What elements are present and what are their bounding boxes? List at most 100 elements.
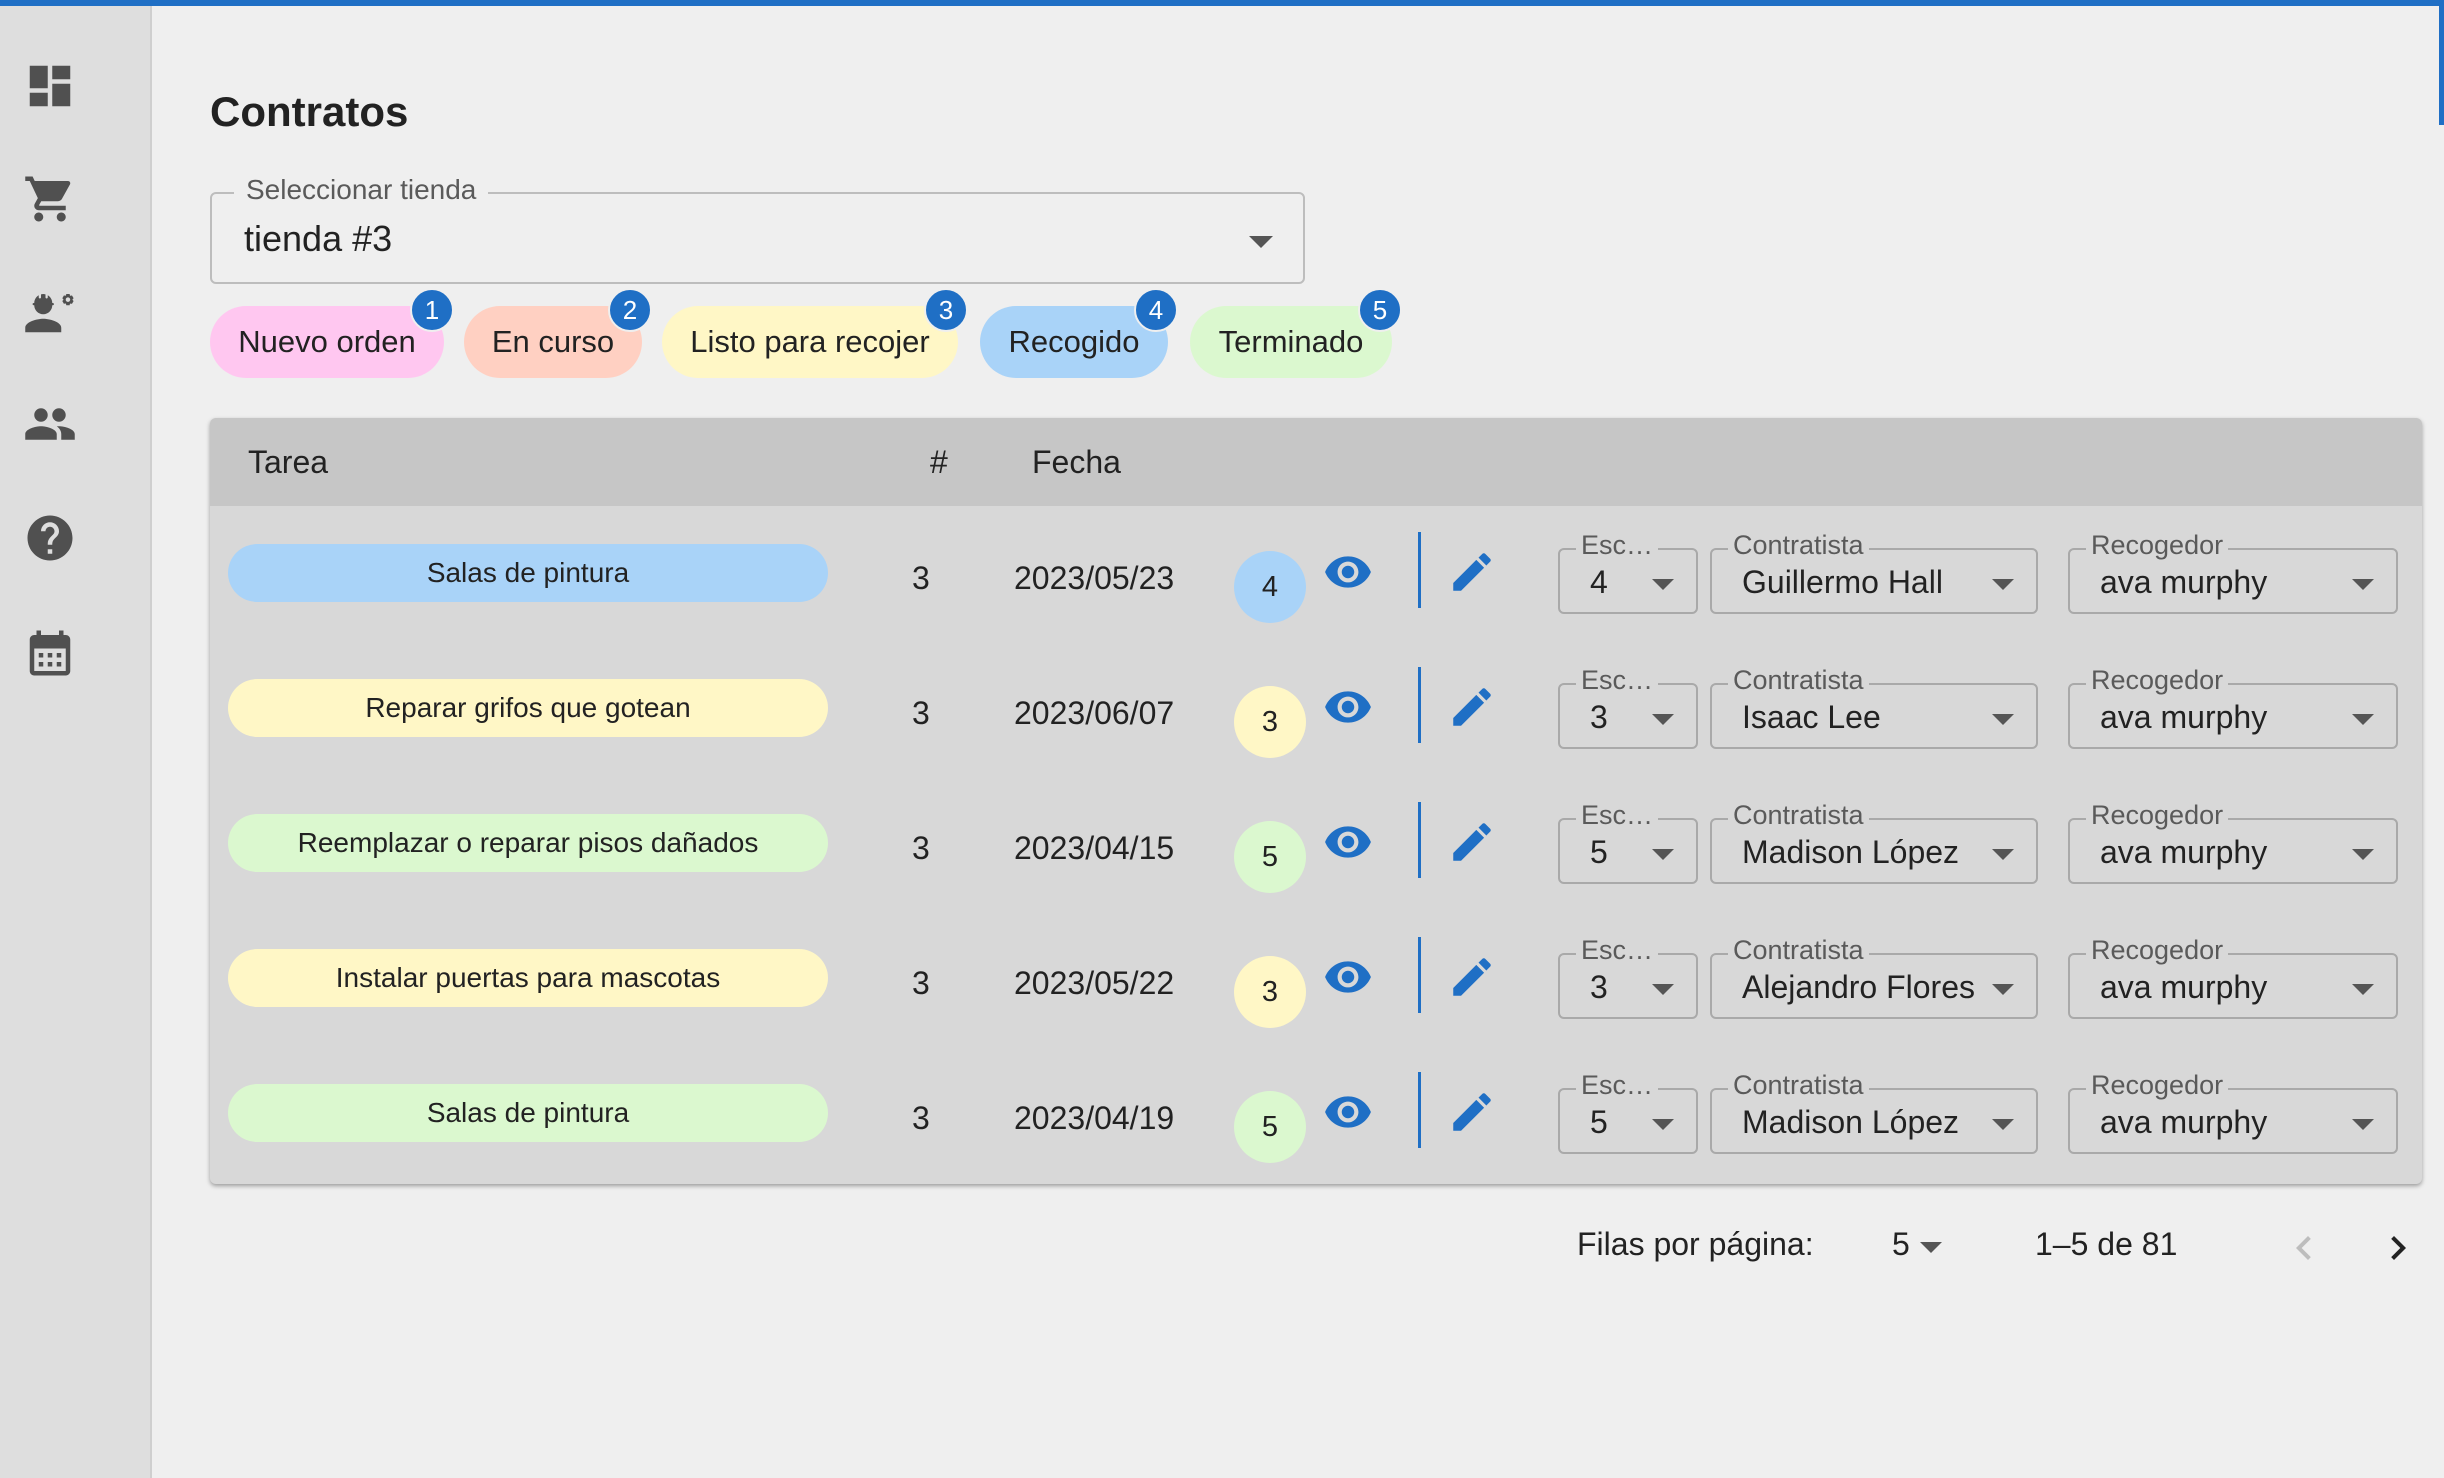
view-button[interactable] — [1320, 949, 1376, 1005]
rows-per-page-value: 5 — [1892, 1226, 1910, 1262]
people-icon — [25, 408, 75, 440]
contractor-select[interactable]: Contratista Madison López — [1710, 800, 2038, 884]
contractor-select[interactable]: Contratista Guillermo Hall — [1710, 530, 2038, 614]
filter-count-badge: 4 — [1134, 288, 1178, 332]
picker-select-value: ava murphy — [2100, 969, 2268, 1005]
chevron-down-icon — [1652, 1119, 1674, 1130]
picker-select[interactable]: Recogedor ava murphy — [2068, 1070, 2398, 1154]
esc-select-label: Esc… — [1576, 800, 1659, 831]
store-select-value: tienda #3 — [244, 218, 393, 259]
chevron-down-icon — [2352, 849, 2374, 860]
cell-number: 3 — [912, 560, 930, 596]
contractor-select[interactable]: Contratista Isaac Lee — [1710, 665, 2038, 749]
previous-page-button[interactable] — [2276, 1220, 2332, 1276]
chevron-down-icon — [2352, 714, 2374, 725]
esc-select[interactable]: Esc… 4 — [1558, 530, 1698, 614]
contractor-select[interactable]: Contratista Alejandro Flores — [1710, 935, 2038, 1019]
action-divider — [1418, 802, 1421, 878]
filter-chip-label: Nuevo orden — [238, 324, 416, 359]
contractor-select[interactable]: Contratista Madison López — [1710, 1070, 2038, 1154]
contractor-select-value: Isaac Lee — [1742, 699, 1881, 735]
view-button[interactable] — [1320, 1084, 1376, 1140]
chevron-down-icon — [2352, 984, 2374, 995]
esc-select-value: 3 — [1590, 969, 1608, 1005]
picker-select[interactable]: Recogedor ava murphy — [2068, 665, 2398, 749]
chevron-left-icon — [2296, 1236, 2311, 1260]
calendar-icon — [29, 630, 71, 676]
chevron-down-icon — [2352, 1119, 2374, 1130]
table-row: Salas de pintura 3 2023/05/23 4 Esc… 4 C… — [210, 506, 2422, 641]
view-button[interactable] — [1320, 679, 1376, 735]
chevron-down-icon — [1652, 849, 1674, 860]
sidebar-item-contractors[interactable] — [20, 282, 80, 342]
contractor-select-value: Guillermo Hall — [1742, 564, 1943, 600]
pencil-icon — [1453, 823, 1491, 861]
chevron-down-icon — [1992, 1119, 2014, 1130]
sidebar-item-calendar[interactable] — [20, 623, 80, 683]
filter-count-badge: 1 — [410, 288, 454, 332]
cell-number: 3 — [912, 695, 930, 731]
picker-select-value: ava murphy — [2100, 699, 2268, 735]
picker-select-value: ava murphy — [2100, 564, 2268, 600]
task-pill: Salas de pintura — [228, 544, 828, 602]
view-button[interactable] — [1320, 814, 1376, 870]
table-row: Instalar puertas para mascotas 3 2023/05… — [210, 911, 2422, 1046]
picker-select-label: Recogedor — [2086, 800, 2229, 831]
picker-select[interactable]: Recogedor ava murphy — [2068, 530, 2398, 614]
cell-number: 3 — [912, 830, 930, 866]
edit-button[interactable] — [1444, 1084, 1500, 1140]
esc-select-label: Esc… — [1576, 665, 1659, 696]
view-button[interactable] — [1320, 544, 1376, 600]
dashboard-icon — [29, 65, 71, 107]
sidebar-item-help[interactable] — [20, 508, 80, 568]
picker-select-label: Recogedor — [2086, 665, 2229, 696]
page-title: Contratos — [210, 88, 409, 135]
chevron-down-icon — [1992, 984, 2014, 995]
sidebar-item-orders[interactable] — [20, 169, 80, 229]
engineering-icon — [25, 294, 74, 333]
edit-button[interactable] — [1444, 814, 1500, 870]
sidebar-item-dashboard[interactable] — [20, 56, 80, 116]
filter-chip-nuevo-orden[interactable]: Nuevo orden 1 — [210, 288, 454, 378]
cell-number: 3 — [912, 1100, 930, 1136]
esc-select[interactable]: Esc… 5 — [1558, 800, 1698, 884]
filter-chip-terminado[interactable]: Terminado 5 — [1190, 288, 1402, 378]
pencil-icon — [1453, 553, 1491, 591]
task-pill: Reemplazar o reparar pisos dañados — [228, 814, 828, 872]
next-page-button[interactable] — [2370, 1220, 2426, 1276]
contractor-select-label: Contratista — [1728, 665, 1869, 696]
status-badge: 5 — [1234, 1091, 1306, 1163]
esc-select-value: 3 — [1590, 699, 1608, 735]
action-divider — [1418, 1072, 1421, 1148]
picker-select-label: Recogedor — [2086, 530, 2229, 561]
edit-button[interactable] — [1444, 679, 1500, 735]
chevron-down-icon — [1920, 1242, 1942, 1253]
task-pill: Salas de pintura — [228, 1084, 828, 1142]
filter-count-badge: 2 — [608, 288, 652, 332]
action-divider — [1418, 532, 1421, 608]
filter-chip-label: Terminado — [1218, 324, 1364, 359]
shopping-cart-icon — [25, 176, 71, 222]
cell-number: 3 — [912, 965, 930, 1001]
edit-button[interactable] — [1444, 949, 1500, 1005]
column-header-task: Tarea — [248, 444, 329, 480]
filter-chip-recogido[interactable]: Recogido 4 — [980, 288, 1178, 378]
chevron-down-icon — [1652, 984, 1674, 995]
esc-select[interactable]: Esc… 3 — [1558, 935, 1698, 1019]
sidebar-item-users[interactable] — [20, 394, 80, 454]
edit-button[interactable] — [1444, 544, 1500, 600]
esc-select[interactable]: Esc… 5 — [1558, 1070, 1698, 1154]
esc-select[interactable]: Esc… 3 — [1558, 665, 1698, 749]
pencil-icon — [1453, 1093, 1491, 1131]
picker-select[interactable]: Recogedor ava murphy — [2068, 800, 2398, 884]
store-select[interactable]: Seleccionar tienda tienda #3 — [210, 174, 1305, 284]
filter-count-badge: 5 — [1358, 288, 1402, 332]
filter-chip-listo-para-recojer[interactable]: Listo para recojer 3 — [662, 288, 968, 378]
cell-date: 2023/04/15 — [1014, 830, 1175, 866]
filter-chip-en-curso[interactable]: En curso 2 — [464, 288, 652, 378]
filter-chip-label: En curso — [491, 324, 615, 359]
column-header-number: # — [930, 444, 948, 480]
scrollbar[interactable] — [2439, 0, 2444, 125]
picker-select[interactable]: Recogedor ava murphy — [2068, 935, 2398, 1019]
contractor-select-label: Contratista — [1728, 935, 1869, 966]
